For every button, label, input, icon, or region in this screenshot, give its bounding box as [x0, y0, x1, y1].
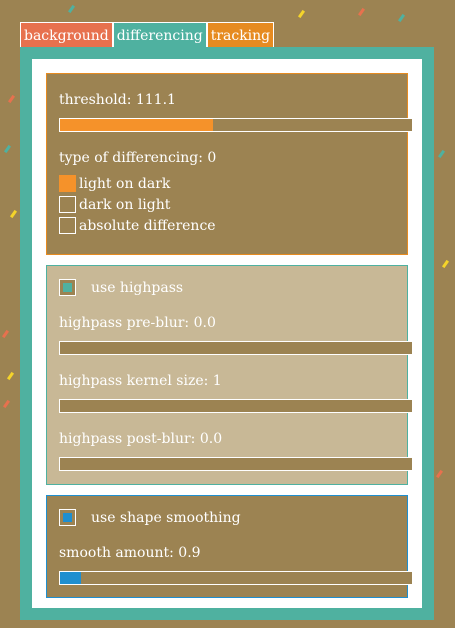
tab-differencing[interactable]: differencing: [112, 22, 207, 48]
threshold-slider[interactable]: [59, 118, 413, 132]
background-noise: [437, 149, 446, 159]
use-highpass-checkbox[interactable]: [59, 279, 76, 296]
settings-content: threshold: 111.1 type of differencing: 0…: [32, 59, 422, 608]
smoothing-panel: use shape smoothing smooth amount: 0.9: [46, 495, 413, 598]
background-noise: [9, 209, 18, 219]
absolute-difference-radio[interactable]: [59, 217, 76, 234]
differencing-panel: threshold: 111.1 type of differencing: 0…: [46, 73, 413, 255]
background-noise: [67, 4, 76, 14]
smooth-amount-label: smooth amount: 0.9: [59, 545, 201, 561]
highpass-post-blur-slider[interactable]: [59, 457, 413, 471]
threshold-slider-fill: [60, 119, 213, 131]
tab-background[interactable]: background: [20, 22, 113, 48]
tab-tracking[interactable]: tracking: [206, 22, 275, 48]
background-noise: [6, 371, 15, 381]
use-shape-smoothing-checkbox[interactable]: [59, 509, 76, 526]
threshold-label: threshold: 111.1: [59, 92, 176, 108]
tab-bar: background differencing tracking: [20, 22, 275, 48]
light-on-dark-radio[interactable]: [59, 175, 76, 192]
background-noise: [397, 13, 406, 23]
smooth-amount-slider[interactable]: [59, 571, 413, 585]
use-shape-smoothing-label: use shape smoothing: [91, 510, 241, 526]
differencing-type-label: type of differencing: 0: [59, 150, 217, 166]
background-noise: [2, 399, 11, 409]
background-noise: [3, 144, 12, 154]
absolute-difference-label: absolute difference: [79, 218, 216, 234]
checkmark-icon: [63, 513, 72, 522]
background-noise: [1, 329, 10, 339]
highpass-pre-blur-label: highpass pre-blur: 0.0: [59, 315, 216, 331]
highpass-kernel-size-slider[interactable]: [59, 399, 413, 413]
highpass-pre-blur-slider[interactable]: [59, 341, 413, 355]
checkmark-icon: [63, 283, 72, 292]
settings-frame: threshold: 111.1 type of differencing: 0…: [20, 47, 434, 620]
dark-on-light-radio[interactable]: [59, 196, 76, 213]
background-noise: [7, 94, 16, 104]
background-noise: [435, 469, 444, 479]
smooth-amount-slider-fill: [60, 572, 81, 584]
highpass-kernel-size-label: highpass kernel size: 1: [59, 373, 222, 389]
highpass-panel: use highpass highpass pre-blur: 0.0 high…: [46, 265, 413, 485]
background-noise: [441, 259, 450, 269]
highpass-post-blur-label: highpass post-blur: 0.0: [59, 431, 223, 447]
use-highpass-label: use highpass: [91, 280, 184, 296]
light-on-dark-label: light on dark: [79, 176, 171, 192]
background-noise: [357, 7, 366, 17]
dark-on-light-label: dark on light: [79, 197, 171, 213]
background-noise: [297, 9, 306, 19]
